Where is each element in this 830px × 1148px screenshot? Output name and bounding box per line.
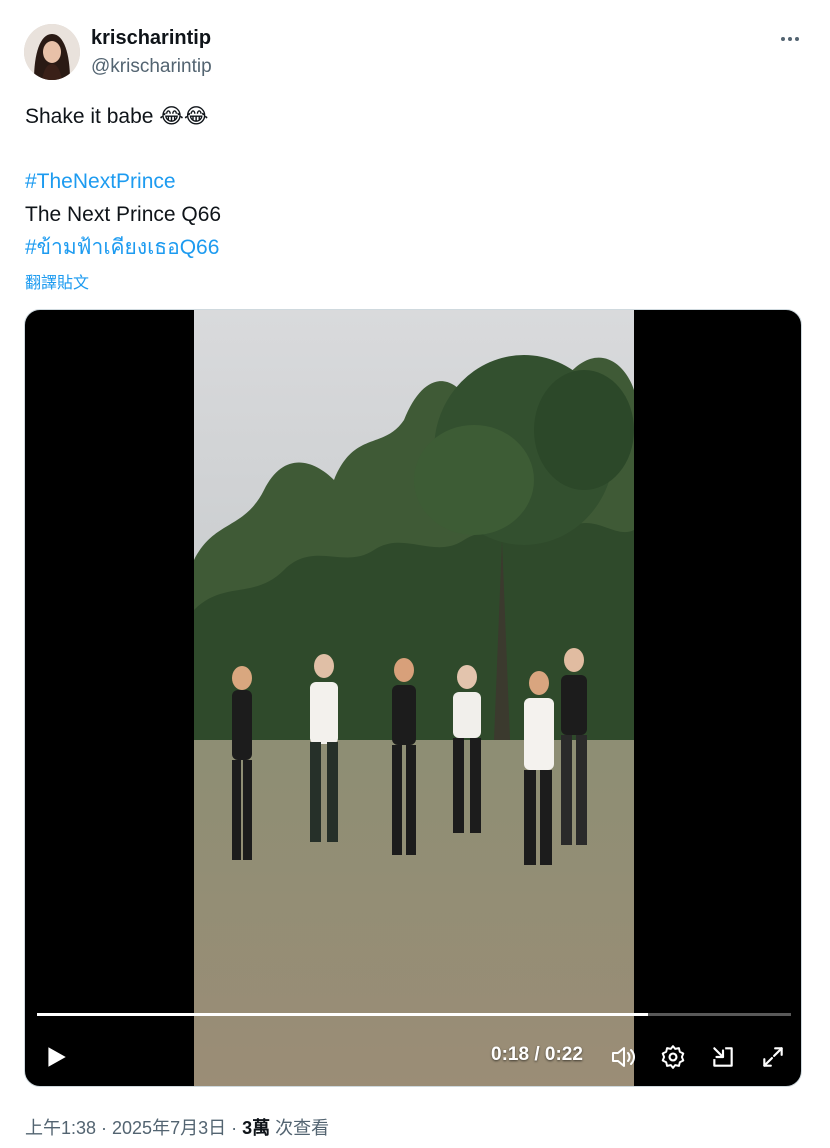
video-timecode: 0:18 / 0:22 [491,1044,583,1066]
pop-out-icon [713,1047,733,1067]
hashtag-link-thai[interactable]: #ข้ามฟ้าเคียงเธอQ66 [25,234,219,262]
hashtag-link[interactable]: #TheNextPrince [25,168,176,196]
duration: 0:22 [544,1044,583,1065]
play-button[interactable] [43,1044,69,1070]
pop-out-button[interactable] [710,1044,736,1070]
author-display-name[interactable]: krischarintip [91,27,211,50]
volume-icon [612,1047,635,1067]
views-count: 3萬 [242,1118,271,1138]
play-icon [48,1047,66,1067]
post-meta: 上午1:38 · 2025年7月3日 · 3萬 次查看 [25,1114,329,1140]
post-timestamp[interactable]: 上午1:38 · 2025年7月3日 · [25,1118,242,1138]
more-icon [781,37,799,41]
video-player[interactable]: 0:18 / 0:22 [24,309,802,1087]
mute-button[interactable] [610,1044,638,1070]
post-text-line: Shake it babe 😂😂 [25,102,208,131]
author-handle[interactable]: @krischarintip [91,56,212,78]
fullscreen-icon [763,1047,783,1067]
video-progress-fill [37,1013,648,1016]
fullscreen-button[interactable] [760,1044,786,1070]
post-text: Shake it babe [25,105,154,128]
post-text-line-2: The Next Prince Q66 [25,203,222,226]
time-separator: / [534,1044,540,1065]
current-time: 0:18 [491,1044,530,1065]
settings-icon [661,1045,685,1069]
translate-post-link[interactable]: 翻譯貼文 [25,269,89,293]
settings-button[interactable] [660,1044,686,1070]
laughing-emoji: 😂😂 [159,104,209,128]
video-frame[interactable] [194,310,634,1087]
video-progress-bar[interactable] [37,1013,791,1016]
views-label: 次查看 [270,1118,330,1138]
more-options-button[interactable] [772,24,808,54]
author-avatar[interactable] [24,24,80,80]
